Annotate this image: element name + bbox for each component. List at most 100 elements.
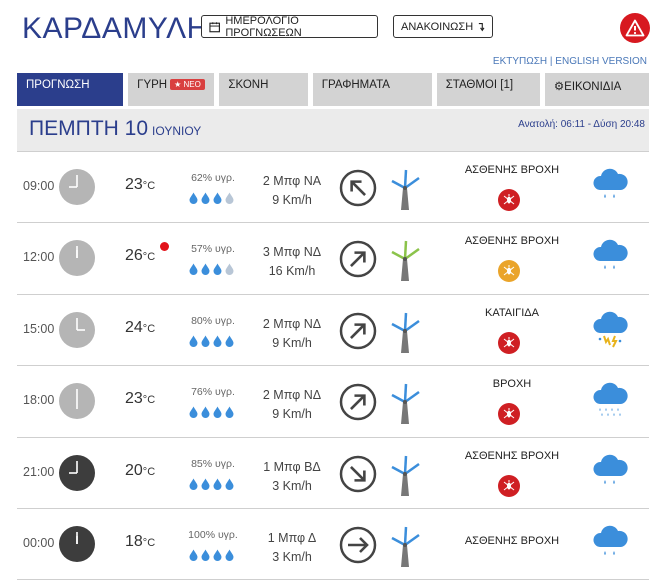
mosquito-warning-badge <box>498 260 520 283</box>
humidity-drop-icon <box>213 192 222 204</box>
humidity-drop-icon <box>213 406 222 419</box>
day-month: ΙΟΥΝΙΟΥ <box>152 124 202 138</box>
temperature-value: 26 <box>125 247 143 265</box>
humidity-text: 80% υγρ. <box>191 314 235 327</box>
calendar-button-label: ΗΜΕΡΟΛΟΓΙΟ ΠΡΟΓΝΩΣΕΩΝ <box>225 14 302 39</box>
thunderstorm-icon <box>593 311 628 348</box>
condition-text: ΒΡΟΧΗ <box>492 378 532 391</box>
row-time: 00:00 <box>23 535 55 550</box>
tab-pollen[interactable]: ΓΥΡΗ ★ ΝΕΟ <box>128 73 215 106</box>
humidity-drops <box>189 263 234 276</box>
humidity-drops <box>189 406 234 419</box>
humidity-drops <box>189 478 234 490</box>
tab-label: ΣΤΑΘΜΟΙ [1] <box>445 79 514 91</box>
row-time: 12:00 <box>23 250 55 265</box>
temperature-value: 23 <box>125 176 143 193</box>
humidity-drop-icon <box>225 192 234 204</box>
rain-cloud-icon <box>593 525 628 555</box>
temperature: 18°C <box>125 533 155 551</box>
tab-dust[interactable]: ΣΚΟΝΗ <box>219 73 308 106</box>
header-links: ΕΚΤΥΠΩΣΗ | ENGLISH VERSION <box>493 56 647 67</box>
humidity-drop-icon <box>225 549 234 561</box>
day-name: ΠΕΜΠΤΗ 10 <box>29 117 149 140</box>
temperature: 20°C <box>125 462 155 480</box>
wind-turbine-icon <box>391 312 420 353</box>
tab-label: ΠΡΟΓΝΩΣΗ <box>26 79 90 91</box>
clock-icon <box>59 383 95 420</box>
tab-icons[interactable]: ⚙ΕΙΚΟΝΙΔΙΑ <box>544 73 649 106</box>
humidity-drop-icon <box>213 335 222 347</box>
wind-turbine-icon <box>391 241 420 282</box>
wind-beaufort: 1 Μπφ ΒΔ <box>263 459 321 474</box>
tab-label: ΕΙΚΟΝΙΔΙΑ <box>564 81 622 93</box>
rain-cloud-icon <box>593 240 628 270</box>
wind-speed: 9 Km/h <box>272 335 312 350</box>
humidity-drop-icon <box>201 478 210 490</box>
temperature: 23°C <box>125 390 155 408</box>
tab-label: ΓΡΑΦΗΜΑΤΑ <box>321 79 390 91</box>
tab-label: ΣΚΟΝΗ <box>228 79 269 91</box>
tab-forecast[interactable]: ΠΡΟΓΝΩΣΗ <box>17 73 124 106</box>
temperature-unit: °C <box>142 322 156 335</box>
wind-direction-icon <box>339 455 377 492</box>
mosquito-warning-badge <box>498 403 520 426</box>
humidity-drop-icon <box>189 478 198 490</box>
page-title: ΚΑΡΔΑΜΥΛΗ <box>22 12 209 45</box>
wind-direction-icon <box>339 383 377 421</box>
calendar-icon <box>209 21 220 32</box>
forecast-row: 09:00 23°C 62% υγρ. 2 Μπφ ΝΑ 9 Km/h ΑΣΘΕΝ… <box>17 152 649 224</box>
wind-turbine-icon <box>391 526 420 567</box>
tab-charts[interactable]: ΓΡΑΦΗΜΑΤΑ <box>312 73 432 106</box>
temperature: 26°C <box>125 247 155 265</box>
temperature-unit: °C <box>142 465 156 478</box>
humidity-drop-icon <box>189 406 198 419</box>
forecast-row: 12:00 26°C 57% υγρ. 3 Μπφ ΝΔ 16 Km/h ΑΣΘΕ… <box>17 223 649 295</box>
mosquito-warning-badge <box>498 331 520 354</box>
wind-direction-icon <box>339 526 377 564</box>
condition-text: ΑΣΘΕΝΗΣ ΒΡΟΧΗ <box>464 449 560 462</box>
wind-info: 1 Μπφ ΒΔ 3 Km/h <box>249 458 335 496</box>
rain-cloud-icon <box>593 454 628 484</box>
warning-alert-button[interactable] <box>620 13 650 43</box>
temperature-unit: °C <box>142 251 156 264</box>
forecast-row: 00:00 18°C 100% υγρ. 1 Μπφ Δ 3 Km/h ΑΣΘΕΝ… <box>17 509 649 580</box>
english-version-link[interactable]: ENGLISH VERSION <box>555 56 647 67</box>
new-badge: ★ ΝΕΟ <box>170 79 205 90</box>
humidity-text: 57% υγρ. <box>191 243 235 256</box>
humidity-drop-icon <box>225 335 234 347</box>
mosquito-icon <box>503 265 515 276</box>
wind-turbine-icon <box>391 455 420 496</box>
humidity-drop-icon <box>189 549 198 561</box>
wind-info: 2 Μπφ ΝΑ 9 Km/h <box>249 172 335 210</box>
forecast-calendar-button[interactable]: ΗΜΕΡΟΛΟΓΙΟ ΠΡΟΓΝΩΣΕΩΝ <box>201 14 378 39</box>
wind-beaufort: 3 Μπφ ΝΔ <box>262 245 322 260</box>
humidity-drop-icon <box>225 406 234 419</box>
wind-speed: 3 Km/h <box>272 549 312 564</box>
humidity-drop-icon <box>201 335 210 347</box>
print-link[interactable]: ΕΚΤΥΠΩΣΗ <box>493 56 547 67</box>
wind-info: 3 Μπφ ΝΔ 16 Km/h <box>249 243 335 281</box>
condition-text: ΚΑΤΑΙΓΙΔΑ <box>485 306 539 319</box>
clock-icon <box>59 311 95 348</box>
link-separator: | <box>549 56 553 67</box>
tab-stations[interactable]: ΣΤΑΘΜΟΙ [1] <box>436 73 540 106</box>
mosquito-icon <box>503 408 515 419</box>
day-title: ΠΕΜΠΤΗ 10 ΙΟΥΝΙΟΥ <box>29 117 201 141</box>
mosquito-icon <box>503 194 515 205</box>
temperature-unit: °C <box>142 394 156 407</box>
tab-bar: ΠΡΟΓΝΩΣΗ ΓΥΡΗ ★ ΝΕΟ ΣΚΟΝΗ ΓΡΑΦΗΜΑΤΑ ΣΤΑΘΜ… <box>17 73 649 106</box>
tab-label: ΓΥΡΗ <box>137 79 168 91</box>
wind-direction-icon <box>339 169 377 207</box>
announcement-button[interactable]: ΑΝΑΚΟΙΝΩΣΗ <box>393 15 493 38</box>
forecast-rows: 09:00 23°C 62% υγρ. 2 Μπφ ΝΑ 9 Km/h ΑΣΘΕΝ… <box>17 152 649 580</box>
mosquito-warning-badge <box>498 189 520 211</box>
announcement-button-label: ΑΝΑΚΟΙΝΩΣΗ <box>401 20 474 33</box>
wind-speed: 3 Km/h <box>272 478 312 493</box>
wind-info: 2 Μπφ ΝΔ 9 Km/h <box>249 386 335 424</box>
new-badge-label: ΝΕΟ <box>183 80 201 89</box>
wind-speed: 16 Km/h <box>268 264 316 279</box>
humidity-drops <box>189 335 234 347</box>
wind-info: 1 Μπφ Δ 3 Km/h <box>249 529 335 567</box>
temperature-unit: °C <box>142 180 156 192</box>
condition-text: ΑΣΘΕΝΗΣ ΒΡΟΧΗ <box>464 164 560 176</box>
